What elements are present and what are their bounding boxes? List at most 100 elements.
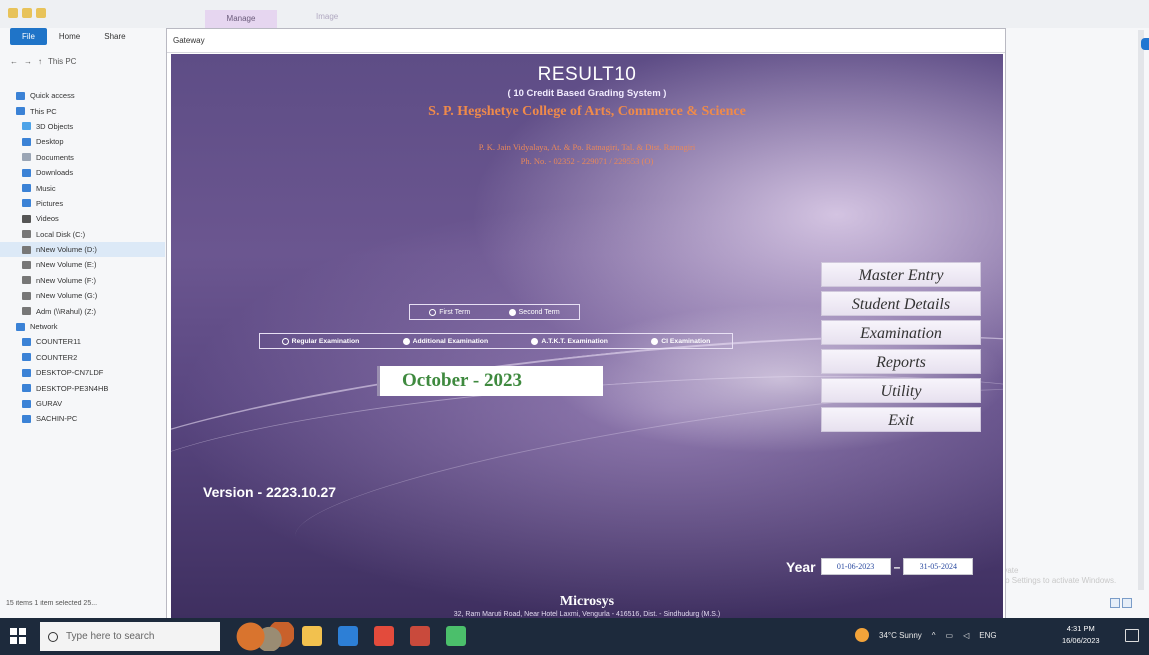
scrollbar[interactable] — [1138, 30, 1144, 590]
chrome-icon[interactable] — [374, 626, 394, 646]
quick-access-toolbar[interactable] — [8, 8, 46, 18]
radio-additional-examination[interactable]: Additional Examination — [402, 337, 489, 345]
ribbon-tabs: File Home Share — [10, 28, 138, 45]
windows-start-icon[interactable] — [10, 628, 26, 644]
computer-icon — [22, 399, 31, 408]
file-explorer-icon[interactable] — [302, 626, 322, 646]
nav-item-label: Adm (\\Rahul) (Z:) — [36, 306, 97, 316]
radio-label: Additional Examination — [412, 337, 489, 345]
utility-button[interactable]: Utility — [821, 378, 981, 403]
nav-item-label: COUNTER2 — [36, 352, 78, 362]
radio-first-term[interactable]: First Term — [429, 308, 471, 316]
academic-year: Year 01-06-2023 – 31-05-2024 — [786, 558, 974, 575]
title-bar: Manage Image — [0, 0, 1149, 28]
address-bar[interactable]: ← → ↑ This PC — [10, 52, 170, 70]
nav-item-nnew-volume-f[interactable]: nNew Volume (F:) — [0, 273, 165, 288]
year-from-field[interactable]: 01-06-2023 — [820, 558, 891, 575]
nav-item-nnew-volume-e[interactable]: nNew Volume (E:) — [0, 257, 165, 272]
nav-item-counter11[interactable]: COUNTER11 — [0, 334, 165, 349]
college-address: P. K. Jain Vidyalaya, At. & Po. Ratnagir… — [478, 142, 696, 152]
weather-text[interactable]: 34°C Sunny — [879, 631, 922, 640]
nav-item-desktop-cn7ldf[interactable]: DESKTOP-CN7LDF — [0, 365, 165, 380]
nav-item-sachin-pc[interactable]: SACHIN-PC — [0, 411, 165, 426]
navigation-pane: Quick access This PC 3D Objects Desktop Docu… — [0, 88, 165, 427]
radio-unchecked-icon — [429, 308, 437, 316]
master-entry-button[interactable]: Master Entry — [821, 262, 981, 287]
nav-item-desktop[interactable]: Desktop — [0, 134, 165, 149]
nav-item-counter2[interactable]: COUNTER2 — [0, 350, 165, 365]
nav-item-label: SACHIN-PC — [36, 414, 78, 424]
activate-windows-watermark: Activate Go to Settings to activate Wind… — [990, 566, 1116, 587]
edge-indicator-icon — [1141, 38, 1149, 50]
nav-item-gurav[interactable]: GURAV — [0, 396, 165, 411]
gateway-app-icon[interactable] — [446, 626, 466, 646]
back-arrow-icon[interactable]: ← — [10, 57, 18, 66]
radio-atkt-examination[interactable]: A.T.K.T. Examination — [531, 337, 608, 345]
tab-share[interactable]: Share — [92, 28, 137, 45]
nav-item-quick-access[interactable]: Quick access — [0, 88, 165, 103]
nav-item-downloads[interactable]: Downloads — [0, 165, 165, 180]
radio-checked-icon — [651, 337, 659, 345]
exit-button[interactable]: Exit — [821, 407, 981, 432]
computer-icon — [22, 384, 31, 393]
disk-icon — [22, 260, 31, 269]
tab-home[interactable]: Home — [47, 28, 92, 45]
notification-icon[interactable] — [1125, 629, 1139, 642]
nav-item-nnew-volume-d[interactable]: nNew Volume (D:) — [0, 241, 165, 258]
taskbar: Type here to search 34°C Sunny ^ ▭ ◁ ENG… — [0, 618, 1149, 655]
clock[interactable]: 4:31 PM 16/06/2023 — [1062, 623, 1100, 647]
view-toggle[interactable] — [1110, 598, 1132, 608]
context-tab-image[interactable]: Image — [316, 12, 338, 21]
chevron-up-icon[interactable]: ^ — [932, 631, 936, 640]
mail-icon[interactable] — [338, 626, 358, 646]
nav-item-desktop-pe3n4hb[interactable]: DESKTOP-PE3N4HB — [0, 380, 165, 395]
radio-checked-icon — [531, 337, 539, 345]
network-icon[interactable]: ▭ — [946, 631, 954, 640]
nav-item-label: Documents — [36, 152, 74, 162]
reports-button[interactable]: Reports — [821, 349, 981, 374]
term-selector: First Term Second Term — [409, 304, 580, 320]
radio-label: First Term — [439, 308, 471, 316]
nav-item-this-pc[interactable]: This PC — [0, 103, 165, 118]
nav-item-documents[interactable]: Documents — [0, 150, 165, 165]
search-icon — [48, 631, 58, 642]
nav-item-pictures[interactable]: Pictures — [0, 196, 165, 211]
nav-item-label: Desktop — [36, 137, 64, 147]
nav-item-3d-objects[interactable]: 3D Objects — [0, 119, 165, 134]
photos-icon[interactable] — [410, 626, 430, 646]
examination-button[interactable]: Examination — [821, 320, 981, 345]
radio-second-term[interactable]: Second Term — [508, 308, 560, 316]
radio-regular-examination[interactable]: Regular Examination — [281, 337, 360, 345]
student-details-button[interactable]: Student Details — [821, 291, 981, 316]
taskbar-search[interactable]: Type here to search — [40, 622, 220, 651]
nav-item-label: Videos — [36, 214, 59, 224]
clock-time: 4:31 PM — [1066, 624, 1095, 633]
nav-item-music[interactable]: Music — [0, 180, 165, 195]
context-tab-manage[interactable]: Manage — [205, 10, 277, 28]
news-widget-icon[interactable] — [232, 622, 294, 651]
year-to-field[interactable]: 31-05-2024 — [903, 558, 974, 575]
nav-item-network[interactable]: Network — [0, 319, 165, 334]
up-arrow-icon[interactable]: ↑ — [38, 57, 42, 66]
forward-arrow-icon[interactable]: → — [24, 57, 32, 66]
cube-icon — [22, 122, 31, 131]
company-name: Microsys — [559, 594, 615, 609]
radio-label: CI Examination — [661, 337, 711, 345]
disk-icon — [22, 230, 31, 239]
tab-file[interactable]: File — [10, 28, 47, 45]
company-address: 32, Ram Maruti Road, Near Hotel Laxmi, V… — [453, 611, 721, 618]
nav-item-adm-rahul-z[interactable]: Adm (\\Rahul) (Z:) — [0, 303, 165, 318]
nav-item-nnew-volume-g[interactable]: nNew Volume (G:) — [0, 288, 165, 303]
nav-item-videos[interactable]: Videos — [0, 211, 165, 226]
nav-item-local-disk-c[interactable]: Local Disk (C:) — [0, 227, 165, 242]
nav-item-label: DESKTOP-PE3N4HB — [36, 383, 109, 393]
language-indicator[interactable]: ENG — [979, 631, 996, 640]
disk-icon — [22, 245, 31, 254]
radio-ci-examination[interactable]: CI Examination — [651, 337, 711, 345]
network-drive-icon — [22, 307, 31, 316]
large-icons-view-icon[interactable] — [1122, 598, 1132, 608]
details-view-icon[interactable] — [1110, 598, 1120, 608]
nav-item-label: Network — [30, 322, 58, 332]
volume-icon[interactable]: ◁ — [963, 631, 969, 640]
radio-label: Regular Examination — [291, 337, 360, 345]
